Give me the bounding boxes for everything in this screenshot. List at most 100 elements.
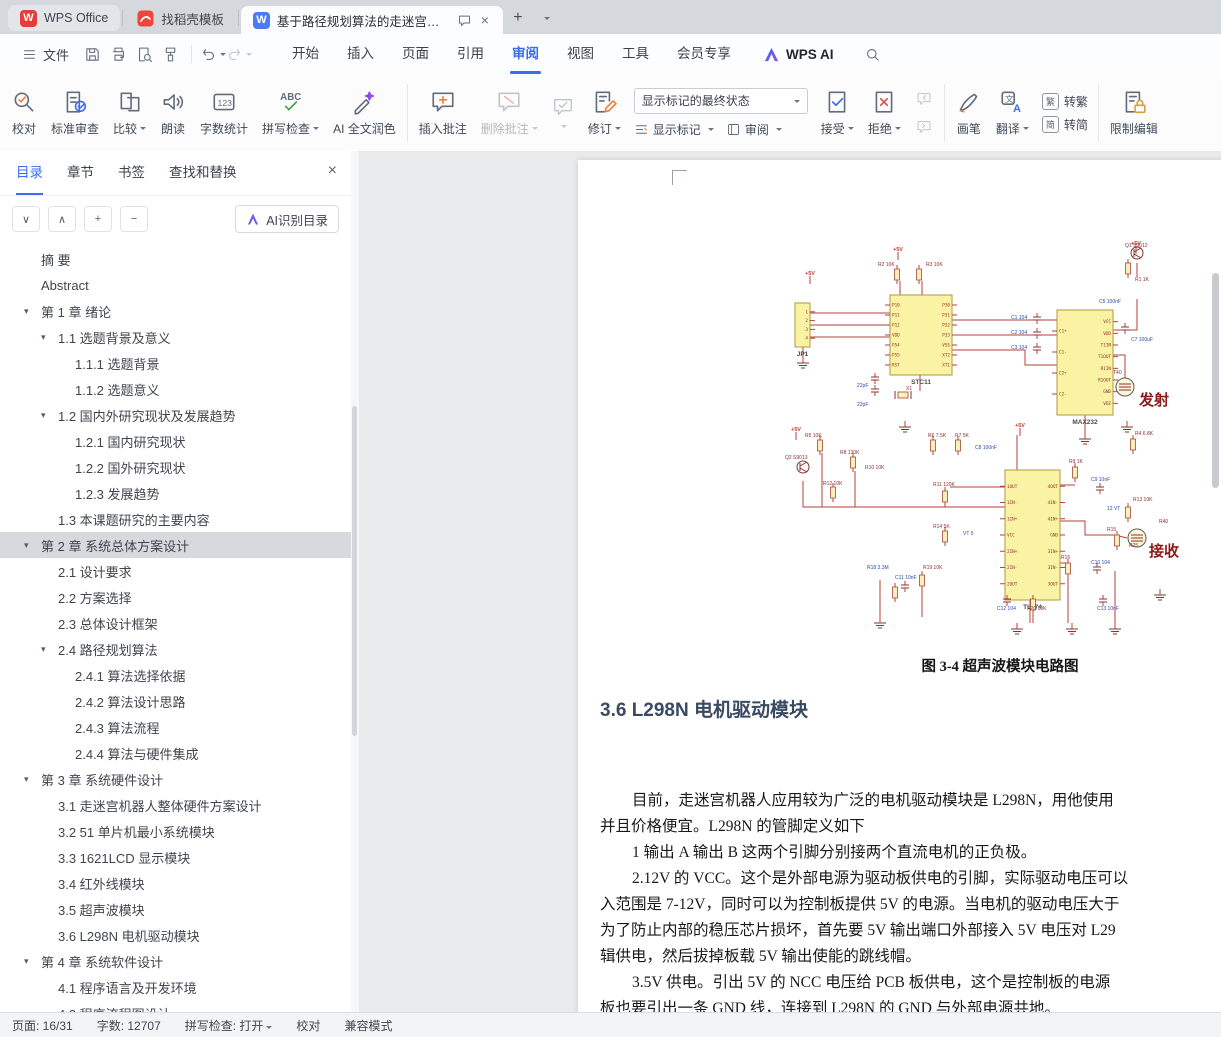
toc-item[interactable]: 1.2.1 国内研究现状 (0, 428, 351, 454)
toc-expand-arrow-icon[interactable]: ▾ (24, 540, 41, 551)
menu-item-1[interactable]: 插入 (333, 34, 388, 74)
toc-item[interactable]: 1.1.1 选题背景 (0, 350, 351, 376)
toc-item[interactable]: ▾3.2 51 单片机最小系统模块 (0, 818, 351, 844)
save-button[interactable] (79, 41, 105, 67)
redo-button[interactable] (226, 41, 253, 67)
markup-state-select[interactable]: 显示标记的最终状态 (633, 87, 808, 114)
resolve-comment-button[interactable] (545, 81, 581, 145)
file-menu-button[interactable]: 文件 (12, 40, 79, 68)
tab-comment-icon[interactable] (457, 13, 472, 28)
wps-office-tab[interactable]: W WPS Office (8, 5, 121, 31)
toc-expand-arrow-icon[interactable]: ▾ (41, 332, 58, 343)
sidebar-tab-1[interactable]: 章节 (67, 151, 94, 195)
toc-item[interactable]: ▾2.1 设计要求 (0, 558, 351, 584)
menu-item-3[interactable]: 引用 (443, 34, 498, 74)
spell-check-button[interactable]: ABC 拼写检查 (255, 81, 326, 145)
word-count-indicator[interactable]: 字数: 12707 (97, 1017, 161, 1034)
toc-item[interactable]: ▾3.6 L298N 电机驱动模块 (0, 922, 351, 948)
document-text[interactable]: 目前，走迷宫机器人应用较为广泛的电机驱动模块是 L298N，用他使用 并且价格便宜… (600, 788, 1128, 1013)
menu-item-2[interactable]: 页面 (388, 34, 443, 74)
menu-item-4[interactable]: 审阅 (498, 34, 553, 74)
new-tab-button[interactable]: + (506, 6, 530, 30)
toc-expand-arrow-icon[interactable]: ▾ (24, 306, 41, 317)
toc-item[interactable]: 2.4.1 算法选择依据 (0, 662, 351, 688)
sidebar-tab-3[interactable]: 查找和替换 (169, 151, 237, 195)
docer-template-tab[interactable]: 找稻壳模板 (125, 5, 236, 31)
read-aloud-button[interactable]: 朗读 (153, 81, 193, 145)
standard-review-button[interactable]: 标准审查 (44, 81, 106, 145)
format-painter-button[interactable] (157, 41, 183, 67)
tab-list-chevron-icon[interactable] (534, 6, 558, 30)
proofread-button[interactable]: 校对 (4, 81, 44, 145)
toc-item[interactable]: ▾1.3 本课题研究的主要内容 (0, 506, 351, 532)
zoom-out-button[interactable]: − (120, 206, 148, 232)
document-page[interactable]: 1 2 3 4 JP1 P10 P11 P12 VDD P54 P55 RST P30 P31 P32 P33… (578, 160, 1221, 1013)
pen-button[interactable]: 画笔 (949, 81, 989, 145)
menu-item-6[interactable]: 工具 (608, 34, 663, 74)
show-markup-button[interactable]: 显示标记 (634, 121, 714, 138)
toc-expand-arrow-icon[interactable]: ▾ (41, 410, 58, 421)
toc-item[interactable]: 2.4.4 算法与硬件集成 (0, 740, 351, 766)
close-pane-icon[interactable]: × (328, 162, 337, 180)
review-pane-button[interactable]: 审阅 (726, 121, 782, 138)
word-count-button[interactable]: 123 字数统计 (193, 81, 255, 145)
restrict-editing-button[interactable]: 限制编辑 (1103, 81, 1165, 145)
vertical-scrollbar-thumb[interactable] (1212, 273, 1219, 488)
to-simplified-button[interactable]: 简 转简 (1041, 115, 1088, 133)
reject-revision-button[interactable]: 拒绝 (861, 81, 908, 145)
toc-expand-arrow-icon[interactable]: ▾ (24, 774, 41, 785)
toc-item[interactable]: ▾ 1.1 选题背景及意义 (0, 324, 351, 350)
ai-recognize-toc-button[interactable]: AI识别目录 (235, 205, 339, 233)
track-changes-button[interactable]: 修订 (581, 81, 628, 145)
toc-item[interactable]: ▾3.3 1621LCD 显示模块 (0, 844, 351, 870)
toc-item[interactable]: ▾3.5 超声波模块 (0, 896, 351, 922)
toc-item[interactable]: ▾Abstract (0, 272, 351, 298)
toc-item[interactable]: 1.2.3 发展趋势 (0, 480, 351, 506)
toc-item[interactable]: ▾2.2 方案选择 (0, 584, 351, 610)
toc-item[interactable]: ▾ 第 4 章 系统软件设计 (0, 948, 351, 974)
wps-ai-button[interactable]: WPS AI (763, 46, 834, 63)
toc-item[interactable]: ▾ 1.2 国内外研究现状及发展趋势 (0, 402, 351, 428)
toc-expand-arrow-icon[interactable]: ▾ (24, 956, 41, 967)
search-button[interactable] (860, 41, 886, 67)
undo-button[interactable] (200, 41, 227, 67)
to-traditional-button[interactable]: 繁 转繁 (1041, 92, 1088, 110)
insert-comment-button[interactable]: 插入批注 (412, 81, 474, 145)
page-indicator[interactable]: 页面: 16/31 (12, 1017, 73, 1034)
translate-button[interactable]: 文 A 翻译 (989, 81, 1036, 145)
toc-item[interactable]: ▾2.3 总体设计框架 (0, 610, 351, 636)
sidebar-tab-0[interactable]: 目录 (16, 151, 43, 195)
toc-item[interactable]: ▾3.4 红外线模块 (0, 870, 351, 896)
previous-revision-button[interactable] (912, 88, 936, 110)
toc-item[interactable]: ▾ 第 1 章 绪论 (0, 298, 351, 324)
spell-check-status[interactable]: 拼写检查: 打开 (185, 1017, 273, 1034)
toc-item[interactable]: 1.2.2 国外研究现状 (0, 454, 351, 480)
toc-item[interactable]: ▾摘 要 (0, 246, 351, 272)
vertical-scrollbar[interactable] (1211, 155, 1220, 1009)
tab-close-icon[interactable]: × (479, 12, 491, 28)
sidebar-tab-2[interactable]: 书签 (118, 151, 145, 195)
collapse-all-button[interactable]: ∧ (48, 206, 76, 232)
toc-item[interactable]: ▾ 第 3 章 系统硬件设计 (0, 766, 351, 792)
next-revision-button[interactable] (912, 116, 936, 138)
accept-revision-button[interactable]: 接受 (814, 81, 861, 145)
document-tab[interactable]: W 基于路径规划算法的走迷宫机... × (240, 6, 503, 34)
zoom-in-button[interactable]: + (84, 206, 112, 232)
menu-item-5[interactable]: 视图 (553, 34, 608, 74)
compare-button[interactable]: 比较 (106, 81, 153, 145)
delete-comment-button[interactable]: 删除批注 (474, 81, 545, 145)
sidebar-scrollbar-thumb[interactable] (352, 406, 357, 736)
toc-item[interactable]: 2.4.2 算法设计思路 (0, 688, 351, 714)
proofread-status[interactable]: 校对 (296, 1017, 320, 1034)
toc-expand-arrow-icon[interactable]: ▾ (41, 644, 58, 655)
print-preview-button[interactable] (131, 41, 157, 67)
toc-item[interactable]: 2.4.3 算法流程 (0, 714, 351, 740)
toc-item[interactable]: 1.1.2 选题意义 (0, 376, 351, 402)
expand-all-button[interactable]: ∨ (12, 206, 40, 232)
compatibility-mode-badge[interactable]: 兼容模式 (344, 1017, 392, 1034)
toc-item[interactable]: ▾ 第 2 章 系统总体方案设计 (0, 532, 351, 558)
menu-item-7[interactable]: 会员专享 (663, 34, 745, 74)
toc-item[interactable]: ▾4.1 程序语言及开发环境 (0, 974, 351, 1000)
menu-item-0[interactable]: 开始 (278, 34, 333, 74)
toc-item[interactable]: ▾ 2.4 路径规划算法 (0, 636, 351, 662)
